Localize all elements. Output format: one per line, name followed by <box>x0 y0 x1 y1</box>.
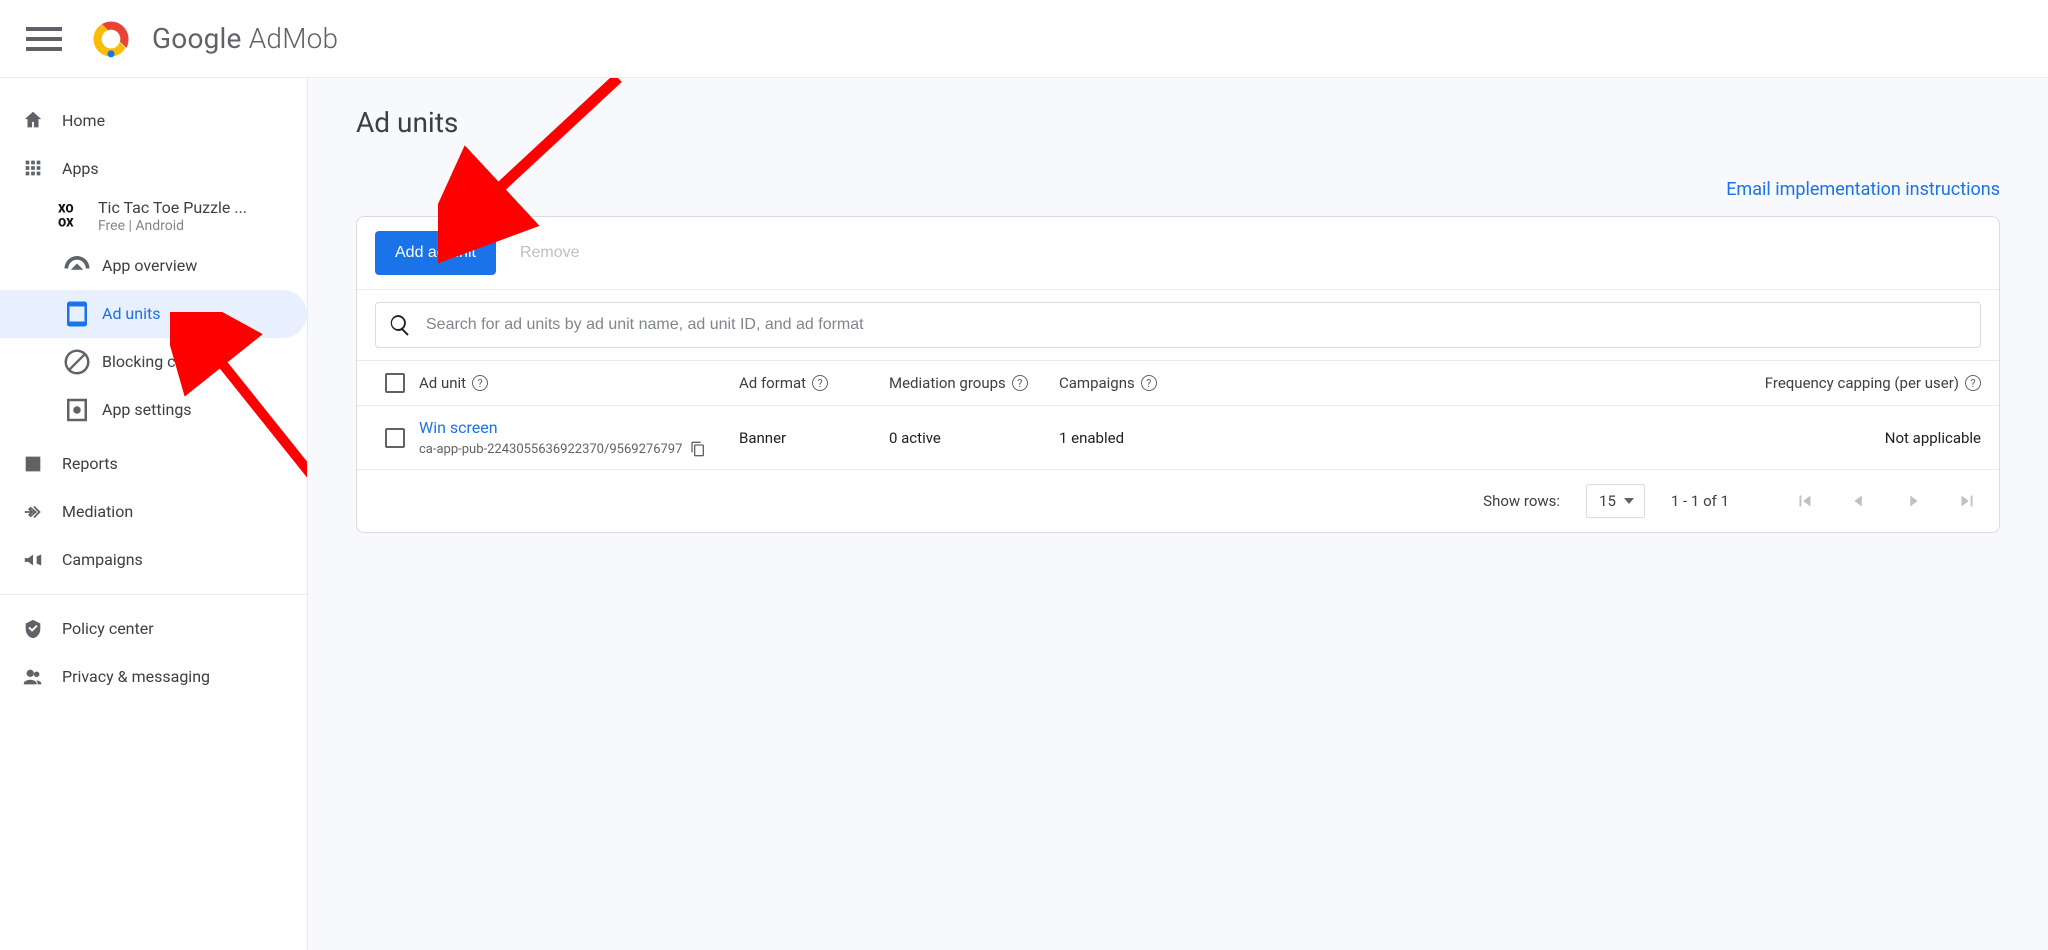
sidebar-item-label: Home <box>62 111 105 130</box>
help-icon[interactable]: ? <box>472 375 488 391</box>
shield-icon <box>22 618 62 640</box>
home-icon <box>22 109 62 131</box>
app-subtitle: Free | Android <box>98 218 247 236</box>
bar-chart-icon <box>22 453 62 475</box>
column-header: Ad format <box>739 374 806 392</box>
campaigns-cell: 1 enabled <box>1059 429 1219 447</box>
page-range: 1 - 1 of 1 <box>1671 492 1729 510</box>
app-title: Tic Tac Toe Puzzle ... <box>98 198 247 218</box>
sidebar-item-label: Mediation <box>62 502 133 521</box>
sidebar-item-label: App overview <box>102 256 197 275</box>
ad-format-cell: Banner <box>739 429 889 447</box>
help-icon[interactable]: ? <box>1012 375 1028 391</box>
sidebar-item-label: Privacy & messaging <box>62 667 210 686</box>
column-header: Campaigns <box>1059 374 1135 392</box>
block-icon <box>62 347 92 377</box>
sidebar-item-label: Apps <box>62 159 99 178</box>
first-page-icon <box>1791 487 1819 515</box>
sidebar-item-label: Reports <box>62 454 118 473</box>
sidebar-item-label: App settings <box>102 400 192 419</box>
table-row: Win screen ca-app-pub-2243055636922370/9… <box>357 405 1999 469</box>
freq-cell: Not applicable <box>1219 429 1981 447</box>
mediation-icon <box>22 501 62 523</box>
sidebar-item-blocking[interactable]: Blocking controls <box>0 338 307 386</box>
settings-icon <box>62 395 92 425</box>
column-header: Ad unit <box>419 374 466 392</box>
show-rows-label: Show rows: <box>1483 492 1560 510</box>
sidebar-item-reports[interactable]: Reports <box>0 440 307 488</box>
rows-value: 15 <box>1599 492 1616 510</box>
sidebar-item-ad-units[interactable]: Ad units <box>0 290 307 338</box>
last-page-icon <box>1953 487 1981 515</box>
svg-text:XO: XO <box>58 202 73 216</box>
column-header: Mediation groups <box>889 374 1006 392</box>
add-ad-unit-button[interactable]: Add ad unit <box>375 231 496 275</box>
sidebar-item-campaigns[interactable]: Campaigns <box>0 536 307 584</box>
sidebar-item-app-overview[interactable]: App overview <box>0 242 307 290</box>
sidebar-item-mediation[interactable]: Mediation <box>0 488 307 536</box>
select-all-checkbox[interactable] <box>385 373 405 393</box>
chevron-down-icon <box>1624 498 1634 504</box>
ad-unit-name-link[interactable]: Win screen <box>419 418 739 437</box>
sidebar-item-app-settings[interactable]: App settings <box>0 386 307 434</box>
sidebar-app-entry[interactable]: XO OX Tic Tac Toe Puzzle ... Free | Andr… <box>0 192 307 242</box>
pagination: Show rows: 15 1 - 1 of 1 <box>357 469 1999 532</box>
people-icon <box>22 666 62 688</box>
email-instructions-link[interactable]: Email implementation instructions <box>1726 179 2000 200</box>
sidebar-item-policy[interactable]: Policy center <box>0 605 307 653</box>
ad-units-card: Add ad unit Remove Ad unit ? Ad format ? <box>356 216 2000 533</box>
help-icon[interactable]: ? <box>1141 375 1157 391</box>
sidebar-item-label: Policy center <box>62 619 154 638</box>
next-page-icon <box>1899 487 1927 515</box>
column-header: Frequency capping (per user) <box>1765 374 1959 392</box>
rows-dropdown[interactable]: 15 <box>1586 484 1645 518</box>
svg-text:OX: OX <box>58 216 74 229</box>
menu-icon[interactable] <box>20 15 68 63</box>
search-icon <box>388 313 412 337</box>
sidebar-item-label: Blocking controls <box>102 352 225 371</box>
help-icon[interactable]: ? <box>812 375 828 391</box>
help-icon[interactable]: ? <box>1965 375 1981 391</box>
page-title: Ad units <box>356 106 2000 139</box>
megaphone-icon <box>22 549 62 571</box>
sidebar: Home Apps XO OX Tic Tac Toe Puzzle ... F… <box>0 78 308 950</box>
sidebar-item-label: Campaigns <box>62 550 143 569</box>
ad-unit-icon <box>62 299 92 329</box>
mediation-cell: 0 active <box>889 429 1059 447</box>
app-icon: XO OX <box>56 200 86 230</box>
row-checkbox[interactable] <box>385 428 405 448</box>
sidebar-item-apps[interactable]: Apps <box>0 144 307 192</box>
prev-page-icon <box>1845 487 1873 515</box>
copy-icon[interactable] <box>690 441 706 457</box>
product-title: Google AdMob <box>152 22 338 55</box>
gauge-icon <box>62 251 92 281</box>
sidebar-item-home[interactable]: Home <box>0 96 307 144</box>
sidebar-item-label: Ad units <box>102 304 160 323</box>
sidebar-item-privacy[interactable]: Privacy & messaging <box>0 653 307 701</box>
admob-logo-icon <box>90 18 132 60</box>
remove-button: Remove <box>506 231 594 275</box>
table-header-row: Ad unit ? Ad format ? Mediation groups ?… <box>357 360 1999 405</box>
main-content: Ad units Email implementation instructio… <box>308 78 2048 950</box>
ad-unit-id: ca-app-pub-2243055636922370/9569276797 <box>419 442 682 457</box>
apps-icon <box>22 157 62 179</box>
search-input[interactable] <box>426 316 1968 334</box>
app-header: Google AdMob <box>0 0 2048 78</box>
